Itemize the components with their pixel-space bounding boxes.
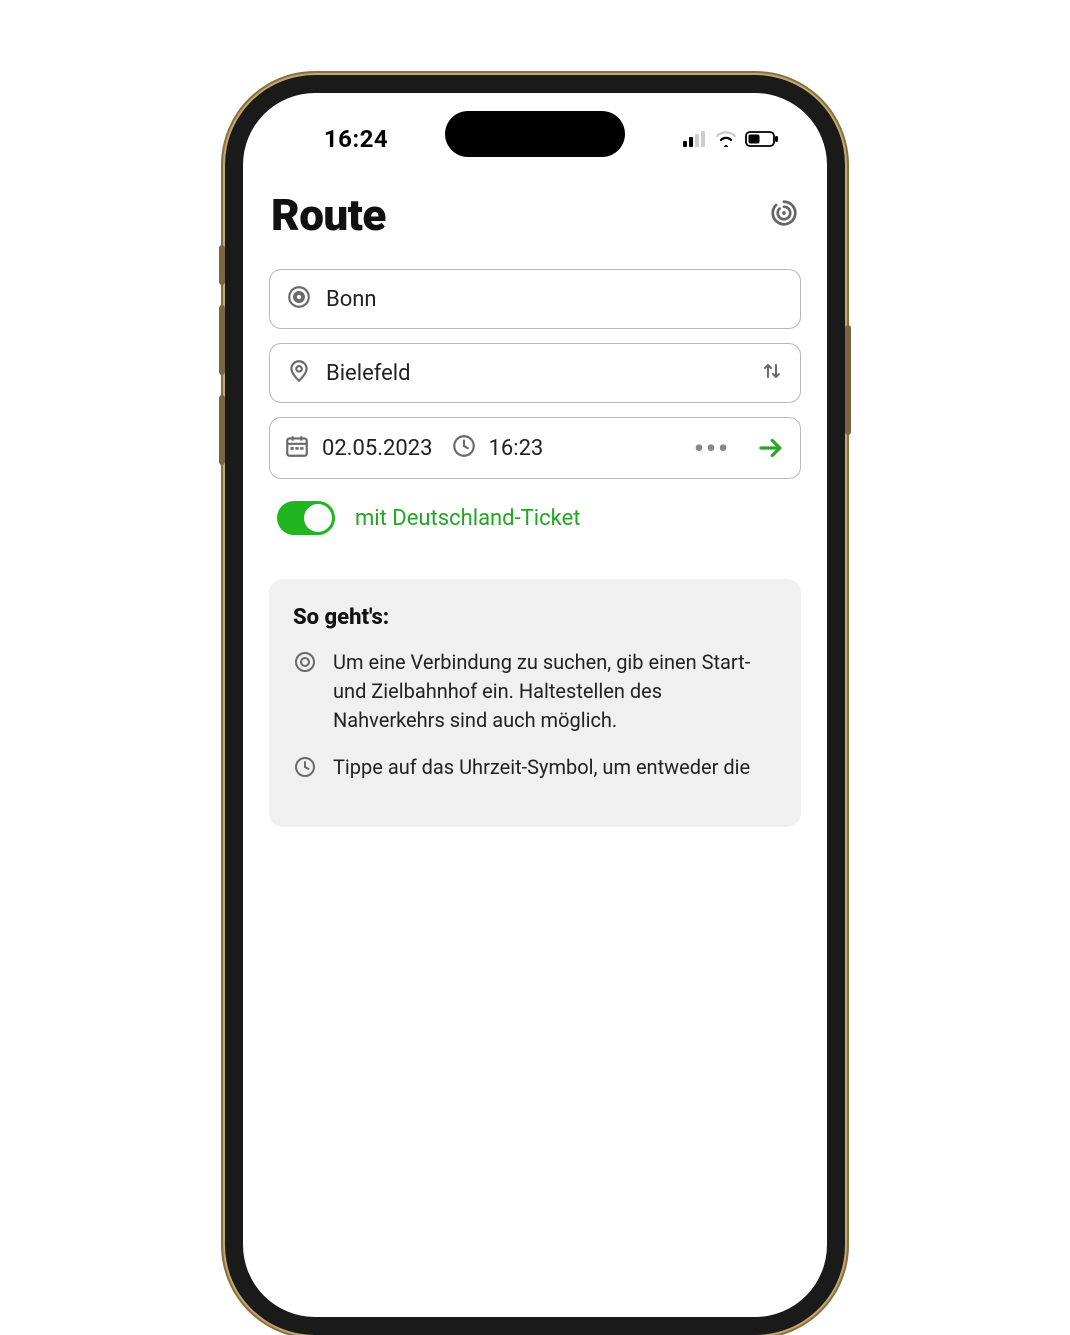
deutschland-ticket-toggle[interactable] <box>277 501 335 535</box>
info-card: So geht's: Um eine Verbindung zu suchen,… <box>269 579 801 827</box>
side-button <box>219 245 225 285</box>
destination-pin-icon <box>286 358 312 388</box>
cellular-icon <box>683 131 707 147</box>
info-item: Um eine Verbindung zu suchen, gib einen … <box>293 648 777 735</box>
phone-frame: 16:24 <box>225 75 845 1335</box>
destination-value: Bielefeld <box>326 361 411 386</box>
origin-field[interactable]: Bonn <box>269 269 801 329</box>
clock-icon <box>293 755 317 783</box>
dynamic-island <box>445 111 625 157</box>
wifi-icon <box>715 131 737 147</box>
calendar-icon[interactable] <box>284 433 310 463</box>
deutschland-ticket-toggle-row: mit Deutschland-Ticket <box>269 501 801 535</box>
origin-icon <box>286 284 312 314</box>
time-value[interactable]: 16:23 <box>489 436 544 461</box>
deutschland-ticket-label: mit Deutschland-Ticket <box>355 506 580 531</box>
origin-value: Bonn <box>326 287 377 312</box>
volume-down-button <box>219 395 225 465</box>
swap-icon[interactable] <box>760 359 784 387</box>
status-time: 16:24 <box>291 125 421 153</box>
battery-icon <box>745 131 779 147</box>
datetime-row: 02.05.2023 16:23 ••• <box>269 417 801 479</box>
status-indicators <box>683 131 779 147</box>
activity-icon[interactable] <box>769 198 799 232</box>
power-button <box>845 325 851 435</box>
info-item-text: Tippe auf das Uhrzeit-Symbol, um entwede… <box>333 753 750 782</box>
info-title: So geht's: <box>293 605 777 630</box>
app-content: Route <box>243 161 827 827</box>
volume-up-button <box>219 305 225 375</box>
search-go-button[interactable] <box>756 433 786 463</box>
more-options-button[interactable]: ••• <box>694 432 730 465</box>
page-header: Route <box>269 189 801 241</box>
clock-icon[interactable] <box>451 433 477 463</box>
date-value[interactable]: 02.05.2023 <box>322 436 433 461</box>
info-item: Tippe auf das Uhrzeit-Symbol, um entwede… <box>293 753 777 783</box>
page-title: Route <box>271 189 386 241</box>
screen: 16:24 <box>243 93 827 1317</box>
info-item-text: Um eine Verbindung zu suchen, gib einen … <box>333 648 777 735</box>
destination-field[interactable]: Bielefeld <box>269 343 801 403</box>
origin-icon <box>293 650 317 678</box>
